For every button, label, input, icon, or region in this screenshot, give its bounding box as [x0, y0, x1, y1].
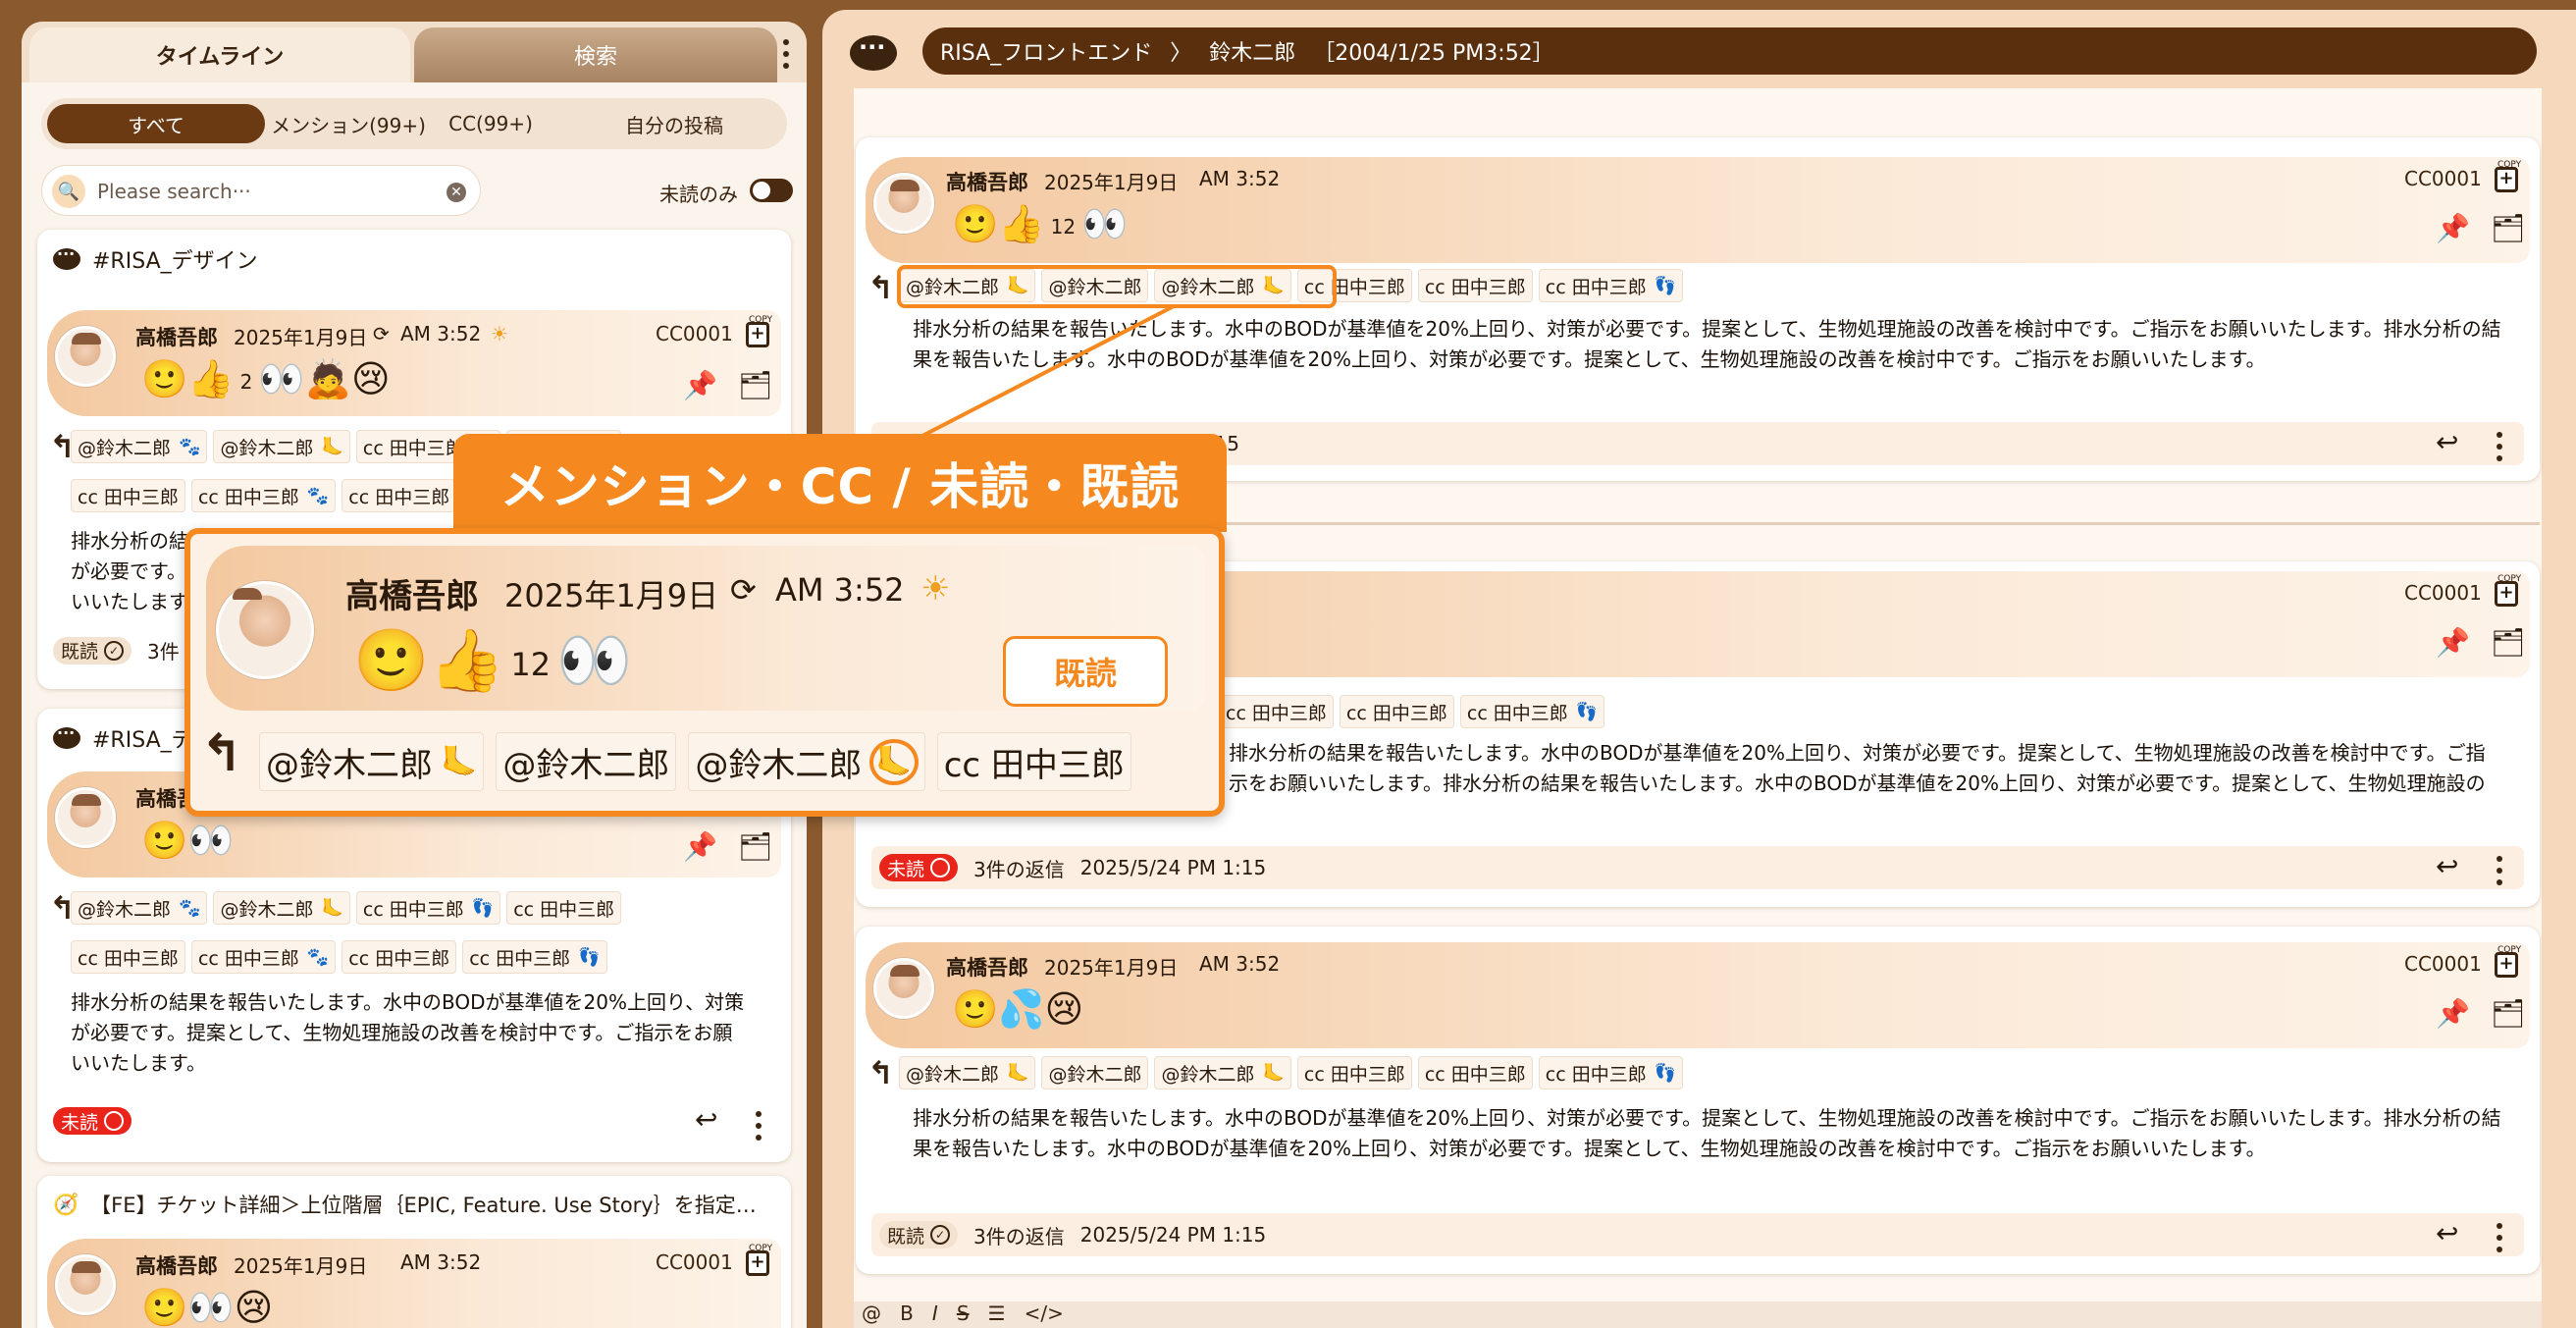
reactions: 🙂👍 12👀: [353, 624, 633, 696]
cc-tag: cc 田中三郎: [936, 732, 1131, 791]
callout-mention-row: @鈴木二郎 🦶 @鈴木二郎 @鈴木二郎 🦶 cc 田中三郎: [259, 732, 1131, 791]
reply-arrow-icon: ↰: [200, 724, 243, 783]
post-date: 2025年1月9日: [504, 577, 719, 614]
avatar: [216, 581, 314, 679]
author-name: 高橋吾郎: [345, 577, 479, 616]
post-time: AM 3:52: [775, 571, 905, 609]
mention-tag: @鈴木二郎 🦶: [259, 732, 485, 791]
refresh-icon: ⟳: [730, 571, 757, 609]
mention-tag: @鈴木二郎: [496, 732, 677, 791]
read-footprint-icon: 🦶: [869, 738, 919, 785]
sun-icon: ☀: [920, 569, 951, 609]
mention-tag: @鈴木二郎 🦶: [688, 732, 925, 791]
callout-title: メンション・CC / 未読・既読: [453, 434, 1227, 532]
read-status-callout: 既読: [1003, 636, 1168, 707]
